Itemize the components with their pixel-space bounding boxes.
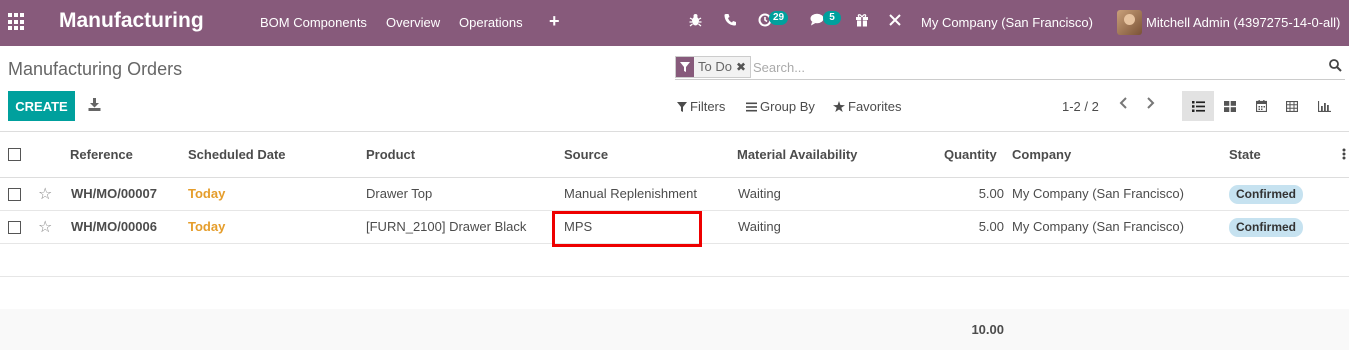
row-checkbox[interactable] — [8, 221, 21, 234]
pivot-view-icon[interactable] — [1276, 91, 1308, 121]
search-input[interactable] — [753, 57, 1313, 77]
bug-icon[interactable] — [689, 13, 702, 30]
groupby-label: Group By — [760, 99, 815, 114]
cell-scheduled-date: Today — [188, 219, 226, 234]
filter-icon — [676, 57, 694, 77]
facet-value: To Do — [698, 59, 732, 74]
cell-product: Drawer Top — [366, 186, 433, 201]
favorites-button[interactable]: Favorites — [833, 99, 901, 114]
groupby-button[interactable]: Group By — [746, 99, 815, 114]
status-badge: Confirmed — [1229, 218, 1303, 237]
favorites-label: Favorites — [848, 99, 902, 114]
calendar-view-icon[interactable] — [1245, 91, 1277, 121]
kanban-view-icon[interactable] — [1214, 91, 1246, 121]
table-row[interactable]: ☆ WH/MO/00007 Today Drawer Top Manual Re… — [0, 178, 1349, 211]
cell-source: Manual Replenishment — [564, 186, 697, 201]
cell-company: My Company (San Francisco) — [1012, 186, 1184, 201]
priority-star-icon[interactable]: ☆ — [38, 217, 52, 237]
col-product[interactable]: Product — [366, 147, 415, 162]
facet-remove-icon[interactable]: ✖ — [736, 57, 750, 77]
source-highlight-box — [552, 211, 702, 247]
star-icon — [833, 101, 845, 112]
search-bar: To Do ✖ — [675, 56, 1345, 80]
cell-reference: WH/MO/00006 — [71, 219, 157, 234]
app-name[interactable]: Manufacturing — [59, 9, 204, 33]
activity-count-badge: 29 — [769, 11, 789, 25]
cell-scheduled-date: Today — [188, 186, 226, 201]
total-quantity: 10.00 — [971, 322, 1004, 337]
menu-overview[interactable]: Overview — [386, 15, 440, 30]
filters-button[interactable]: Filters — [677, 99, 725, 114]
cell-quantity: 5.00 — [978, 186, 1004, 201]
cell-reference: WH/MO/00007 — [71, 186, 157, 201]
company-switcher[interactable]: My Company (San Francisco) — [921, 15, 1093, 30]
optional-columns-icon[interactable] — [1342, 148, 1346, 163]
col-quantity[interactable]: Quantity — [944, 147, 997, 162]
table-footer — [0, 309, 1349, 350]
cell-product: [FURN_2100] Drawer Black — [366, 219, 527, 234]
col-source[interactable]: Source — [564, 147, 608, 162]
apps-menu-icon[interactable] — [8, 13, 26, 31]
pager-previous-icon[interactable] — [1119, 96, 1128, 114]
gift-icon[interactable] — [855, 13, 869, 30]
empty-row — [0, 277, 1349, 310]
page-title: Manufacturing Orders — [8, 59, 183, 79]
menu-bom-components[interactable]: BOM Components — [260, 15, 367, 30]
bars-icon — [746, 102, 757, 111]
select-all-checkbox[interactable] — [8, 148, 21, 161]
pager-value[interactable]: 1-2 / 2 — [1062, 99, 1099, 114]
filters-label: Filters — [690, 99, 726, 114]
create-button[interactable]: CREATE — [8, 91, 75, 121]
row-checkbox[interactable] — [8, 188, 21, 201]
list-view-icon[interactable] — [1182, 91, 1214, 121]
priority-star-icon[interactable]: ☆ — [38, 184, 52, 204]
table-header: Reference Scheduled Date Product Source … — [0, 132, 1349, 178]
graph-view-icon[interactable] — [1308, 91, 1340, 121]
user-avatar[interactable] — [1117, 10, 1142, 35]
col-scheduled-date[interactable]: Scheduled Date — [188, 147, 286, 162]
user-menu[interactable]: Mitchell Admin (4397275-14-0-all) — [1146, 15, 1340, 30]
plus-icon[interactable]: + — [549, 11, 560, 32]
menu-operations[interactable]: Operations — [459, 15, 523, 30]
filter-facet: To Do ✖ — [675, 56, 752, 78]
col-material-availability[interactable]: Material Availability — [737, 147, 857, 162]
phone-icon[interactable] — [724, 13, 737, 29]
cell-availability: Waiting — [738, 219, 781, 234]
funnel-icon — [677, 101, 687, 112]
message-count-badge: 5 — [823, 11, 841, 25]
debug-tools-icon[interactable] — [888, 13, 902, 30]
empty-row — [0, 244, 1349, 277]
top-navbar: Manufacturing BOM Components Overview Op… — [0, 0, 1349, 46]
col-company[interactable]: Company — [1012, 147, 1071, 162]
download-icon[interactable] — [88, 98, 101, 114]
cell-availability: Waiting — [738, 186, 781, 201]
status-badge: Confirmed — [1229, 185, 1303, 204]
cell-quantity: 5.00 — [978, 219, 1004, 234]
col-state[interactable]: State — [1229, 147, 1261, 162]
col-reference[interactable]: Reference — [70, 147, 133, 162]
search-icon[interactable] — [1329, 59, 1342, 75]
cell-company: My Company (San Francisco) — [1012, 219, 1184, 234]
pager-next-icon[interactable] — [1146, 96, 1155, 114]
